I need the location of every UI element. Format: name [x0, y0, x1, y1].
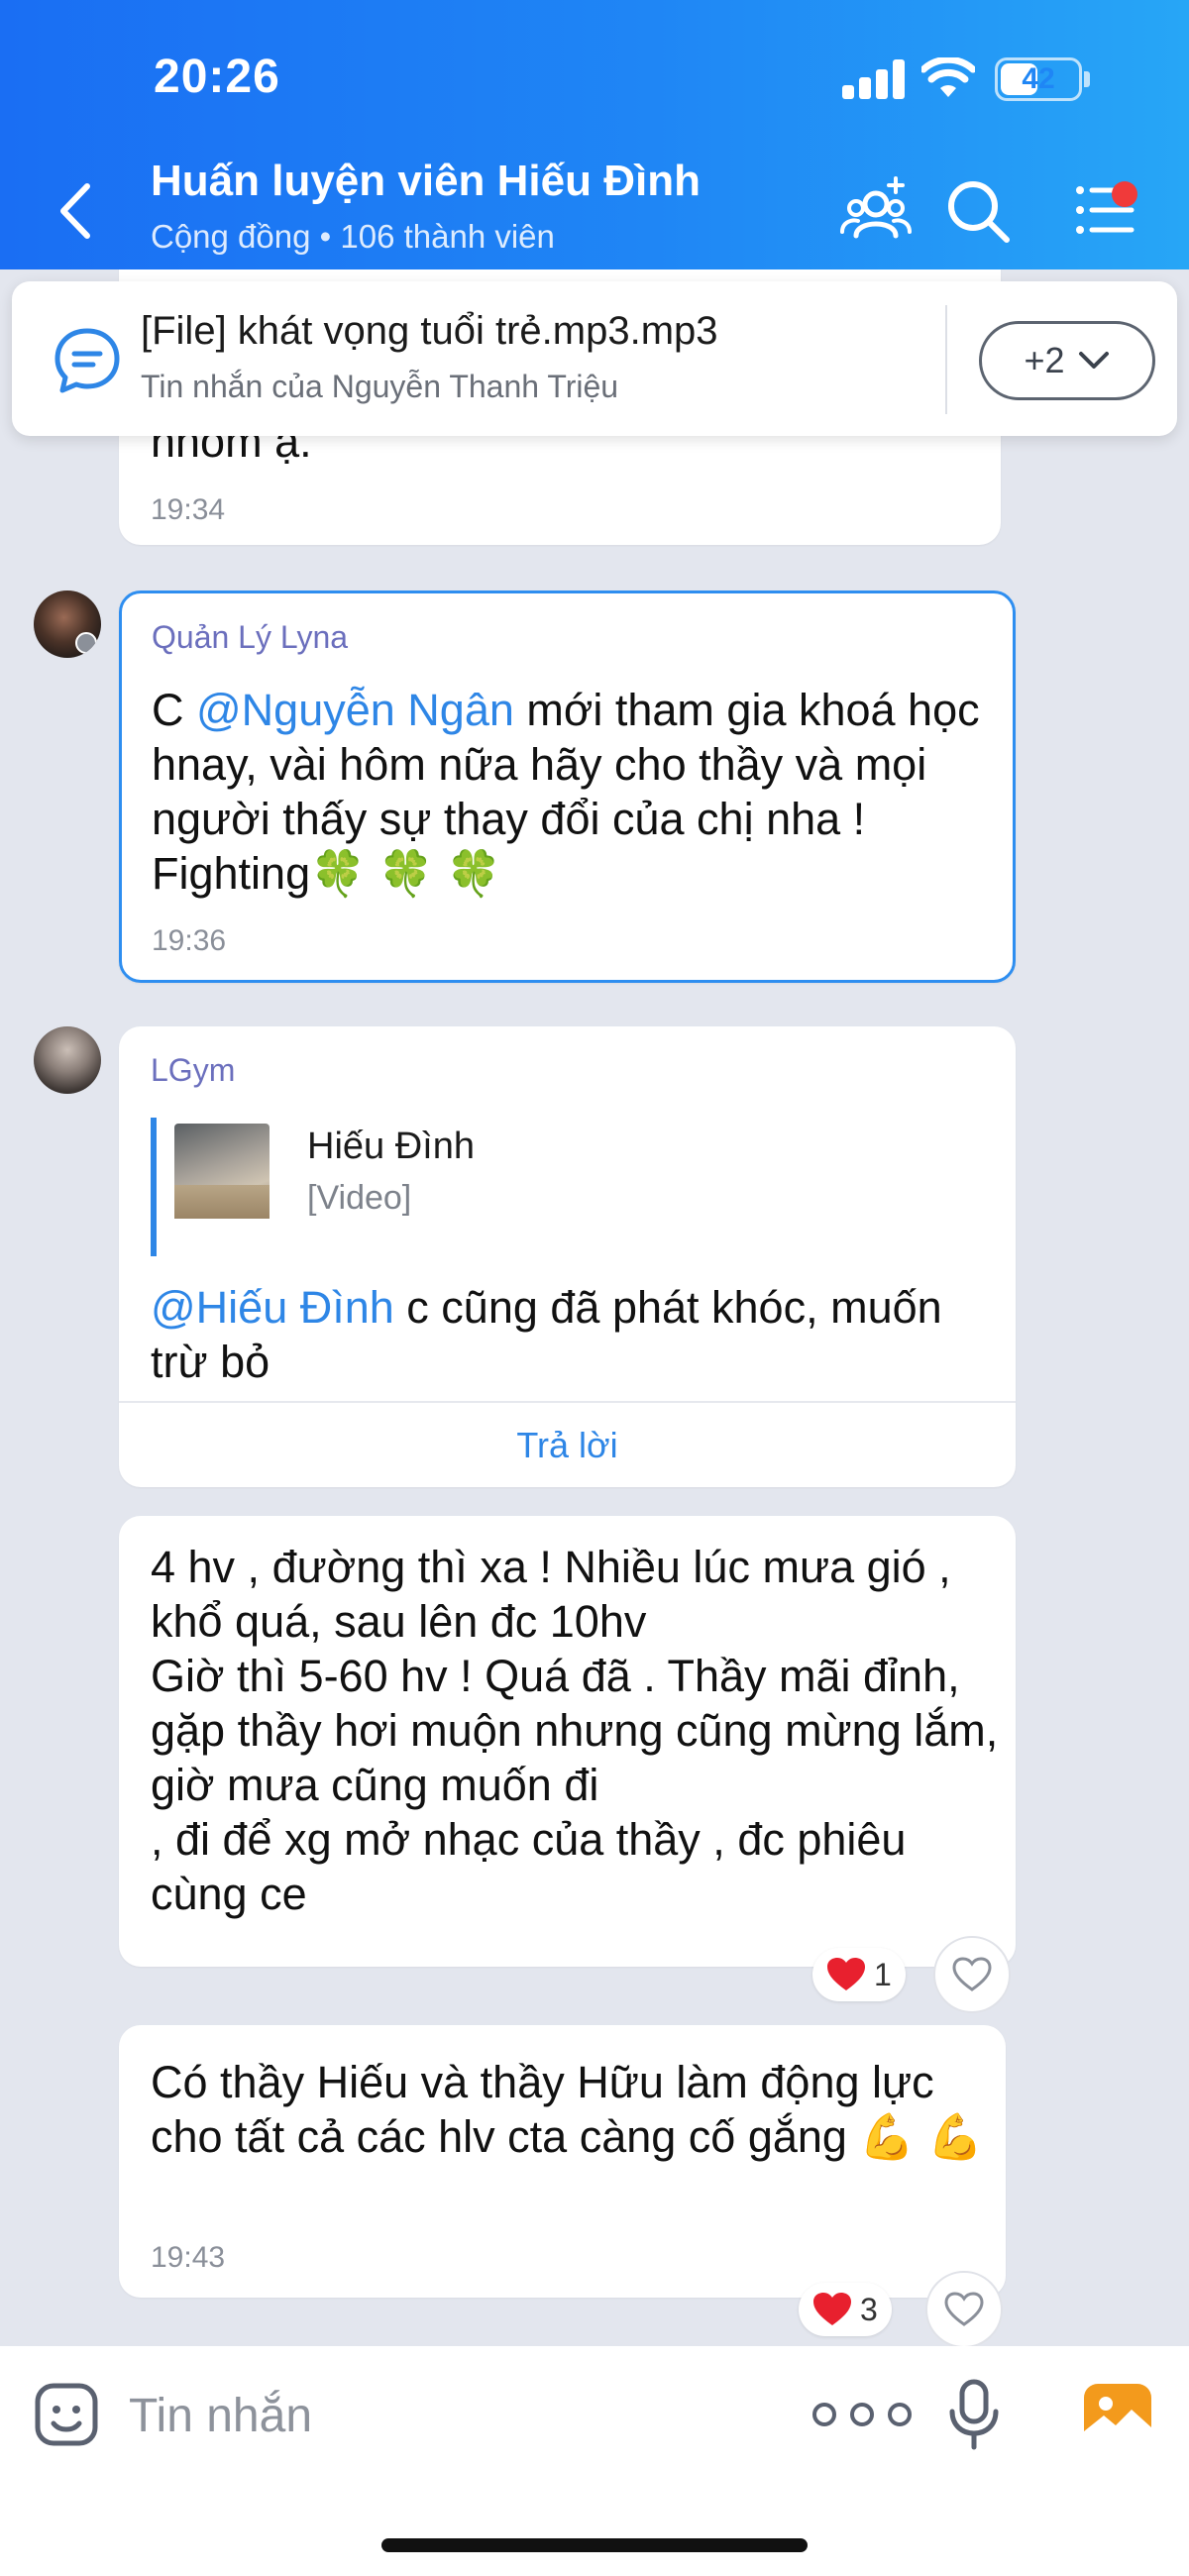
battery-icon: 42	[995, 57, 1082, 101]
chat-subtitle[interactable]: Cộng đồng • 106 thành viên	[151, 218, 555, 256]
microphone-icon[interactable]	[946, 2378, 1002, 2451]
members-icon[interactable]	[840, 174, 912, 246]
search-icon[interactable]	[941, 174, 1013, 246]
mention-link[interactable]: @Nguyễn Ngân	[196, 685, 514, 735]
mention-link[interactable]: @Hiếu Đình	[151, 1282, 394, 1333]
more-options-icon[interactable]	[803, 2390, 921, 2439]
react-button[interactable]	[933, 1936, 1011, 2013]
sender-name[interactable]: LGym	[151, 1052, 235, 1089]
back-button[interactable]	[52, 176, 101, 246]
react-button[interactable]	[925, 2271, 1003, 2348]
quoted-sender: Hiếu Đình	[307, 1126, 475, 1167]
battery-nub	[1084, 71, 1090, 87]
message-bubble[interactable]: Có thầy Hiếu và thầy Hữu làm động lực ch…	[119, 2025, 1006, 2298]
message-text: 4 hv , đường thì xa ! Nhiều lúc mưa gió …	[151, 1542, 999, 1919]
reaction-summary[interactable]: 1	[812, 1948, 906, 2001]
message-text: @Hiếu Đình c cũng đã phát khóc, muốn trừ…	[151, 1280, 1003, 1389]
reaction-count: 1	[874, 1956, 892, 1992]
message-prefix: C	[152, 685, 196, 735]
message-time: 19:36	[152, 924, 227, 957]
quoted-type: [Video]	[307, 1179, 412, 1217]
heart-outline-icon	[944, 2292, 984, 2326]
pinned-message-icon	[54, 328, 120, 393]
cellular-signal-icon	[842, 59, 906, 99]
message-input[interactable]	[129, 2376, 763, 2455]
pinned-message-bar[interactable]: [File] khát vọng tuổi trẻ.mp3.mp3 Tin nh…	[12, 281, 1177, 436]
heart-outline-icon	[952, 1957, 992, 1991]
heart-reaction-icon	[827, 1958, 865, 1990]
more-pinned-count: +2	[1024, 340, 1065, 380]
reaction-count: 3	[860, 2291, 878, 2327]
pinned-title: [File] khát vọng tuổi trẻ.mp3.mp3	[141, 309, 718, 353]
wifi-icon	[921, 57, 975, 97]
sender-name[interactable]: Quản Lý Lyna	[152, 619, 348, 656]
message-bubble[interactable]: 4 hv , đường thì xa ! Nhiều lúc mưa gió …	[119, 1516, 1016, 1967]
message-text: C @Nguyễn Ngân mới tham gia khoá học hna…	[152, 683, 1004, 901]
notification-dot	[1112, 181, 1137, 207]
message-time: 19:34	[151, 493, 226, 526]
message-text: Có thầy Hiếu và thầy Hữu làm động lực ch…	[151, 2057, 983, 2162]
message-bubble[interactable]: Quản Lý Lyna C @Nguyễn Ngân mới tham gia…	[119, 590, 1016, 983]
heart-reaction-icon	[813, 2293, 851, 2325]
battery-percent: 42	[1022, 62, 1055, 95]
quoted-message[interactable]: Hiếu Đình [Video]	[151, 1118, 983, 1256]
pinned-subtitle: Tin nhắn của Nguyễn Thanh Triệu	[141, 369, 619, 404]
reaction-summary[interactable]: 3	[799, 2283, 892, 2336]
video-thumbnail	[174, 1124, 270, 1219]
admin-key-badge	[75, 632, 97, 654]
status-time: 20:26	[154, 51, 280, 103]
image-icon[interactable]	[1082, 2382, 1153, 2447]
message-bubble[interactable]: LGym Hiếu Đình [Video] @Hiếu Đình c cũng…	[119, 1026, 1016, 1487]
avatar[interactable]	[34, 1026, 101, 1094]
avatar[interactable]	[34, 590, 101, 658]
reply-button[interactable]: Trả lời	[119, 1403, 1016, 1487]
more-pinned-button[interactable]: +2	[979, 321, 1155, 400]
home-indicator	[381, 2538, 808, 2552]
sticker-icon[interactable]	[34, 2382, 99, 2447]
pinned-divider	[945, 305, 947, 414]
chat-header: 20:26 42 Huấn luyện viên Hiếu Đình Cộng …	[0, 0, 1189, 269]
message-time: 19:43	[151, 2241, 226, 2274]
chat-title[interactable]: Huấn luyện viên Hiếu Đình	[151, 157, 701, 206]
chevron-down-icon	[1078, 352, 1109, 369]
